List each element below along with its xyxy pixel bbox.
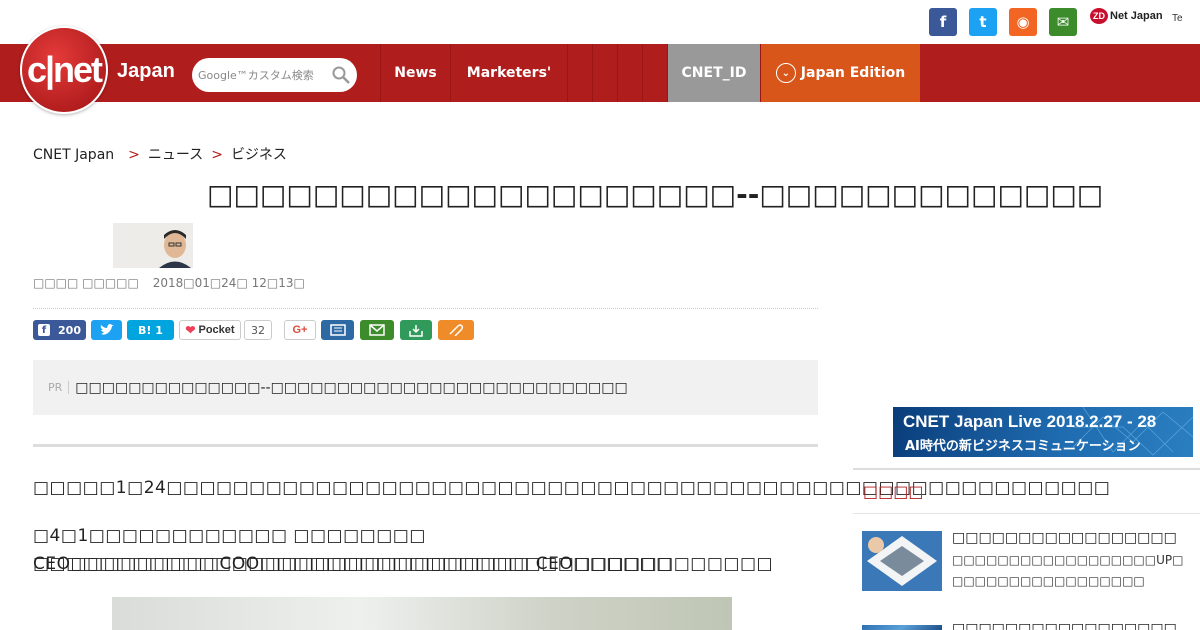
divider <box>853 468 1200 470</box>
sidebar-item-title[interactable]: □□□□□□□□□□□□□□□□□ <box>952 621 1177 630</box>
logo-japan-label: Japan <box>117 60 175 82</box>
edition-label: Japan Edition <box>800 65 906 81</box>
pocket-button[interactable]: ❤ Pocket <box>179 320 241 340</box>
article-hero-image <box>112 597 732 630</box>
twitter-icon[interactable]: t <box>969 8 997 36</box>
sidebar-item-title[interactable]: □□□□□□□□□□□□□□□□□ <box>952 530 1177 546</box>
search-box <box>192 58 357 92</box>
sidebar-item-thumbnail[interactable] <box>862 531 942 591</box>
search-icon[interactable] <box>331 65 351 85</box>
pr-link[interactable]: □□□□□□□□□□□□□□--□□□□□□□□□□□□□□□□□□□□□□□□… <box>75 380 627 396</box>
breadcrumb-separator: > <box>211 147 223 163</box>
facebook-icon: f <box>38 324 51 336</box>
download-icon <box>409 324 423 337</box>
author-photo <box>113 223 193 268</box>
article-paragraph: CEO□□□□□□□□□COO□□□□□□□□□□□□□□□□□□□□□□□□□… <box>33 554 774 574</box>
sidebar-item-thumbnail[interactable] <box>862 625 942 630</box>
banner-subtitle: AI時代の新ビジネスコミュニケーション <box>905 439 1141 454</box>
sidebar-item-subtitle: □□□□□□□□□□□□□□□□□ <box>952 574 1145 588</box>
breadcrumb-news[interactable]: ニュース <box>148 147 203 163</box>
pocket-count: 32 <box>244 320 272 340</box>
pocket-label: Pocket <box>198 324 235 336</box>
facebook-share-button[interactable]: f 200 <box>33 320 86 340</box>
paperclip-icon <box>449 324 464 336</box>
main-nav: Japan News Marketers' CNET_ID ⌄ Japan Ed… <box>0 44 1200 102</box>
search-input[interactable] <box>198 64 328 86</box>
nav-item-marketers[interactable]: Marketers' <box>450 44 567 102</box>
banner-title: CNET Japan Live 2018.2.27 - 28 <box>903 412 1157 431</box>
mail-icon[interactable]: ✉ <box>1049 8 1077 36</box>
nav-divider <box>617 44 618 102</box>
pr-box: PR □□□□□□□□□□□□□□--□□□□□□□□□□□□□□□□□□□□□… <box>33 360 818 415</box>
chevron-down-icon: ⌄ <box>775 63 796 83</box>
divider <box>33 308 818 309</box>
rss-icon[interactable]: ◉ <box>1009 8 1037 36</box>
article-title: □□□□□□□□□□□□□□□□□□□□--□□□□□□□□□□□□□ <box>207 178 1104 211</box>
nav-divider <box>642 44 643 102</box>
pr-tag: PR <box>48 381 70 394</box>
google-plus-button[interactable]: G+ <box>284 320 316 340</box>
nav-item-cnet-id[interactable]: CNET_ID <box>667 44 760 102</box>
article-paragraph: □□□□□1□24□□□□□□□□□□□□□□□□□□□□□□□□□□□□□□□… <box>33 478 1111 498</box>
breadcrumb-business[interactable]: ビジネス <box>231 147 287 163</box>
divider <box>33 444 818 447</box>
nav-divider <box>567 44 568 102</box>
edition-selector[interactable]: ⌄ Japan Edition <box>760 44 920 102</box>
print-icon <box>329 324 346 336</box>
sidebar-heading: □□□□ <box>863 482 924 501</box>
article-meta: □□□□ □□□□□ 2018□01□24□ 12□13□ <box>33 276 315 290</box>
twitter-icon <box>100 324 114 335</box>
email-share-button[interactable] <box>360 320 394 340</box>
sidebar-item-subtitle: □□□□□□□□□□□□□□□□□□UP□ <box>952 553 1184 567</box>
techrepublic-link[interactable]: Te <box>1172 13 1183 24</box>
zdnet-label: Net Japan <box>1110 10 1163 22</box>
hatena-bookmark-button[interactable]: B! 1 <box>127 320 174 340</box>
facebook-icon[interactable]: f <box>929 8 957 36</box>
publish-date: 2018□01□24□ 12□13□ <box>152 276 305 290</box>
breadcrumb-separator: > <box>128 147 140 163</box>
clip-button[interactable] <box>438 320 474 340</box>
author-name: □□□□ □□□□□ <box>33 276 139 290</box>
breadcrumb-home[interactable]: CNET Japan <box>33 147 114 163</box>
divider <box>853 513 1200 514</box>
facebook-share-count: 200 <box>58 323 81 337</box>
mail-icon <box>369 324 385 336</box>
print-button[interactable] <box>321 320 354 340</box>
nav-item-news[interactable]: News <box>380 44 450 102</box>
pocket-icon: ❤ <box>185 323 196 337</box>
zdnet-badge: ZD <box>1090 8 1108 24</box>
top-utility-bar: f t ◉ ✉ ZD Net Japan Te <box>0 0 1200 44</box>
nav-divider <box>592 44 593 102</box>
event-banner[interactable]: CNET Japan Live 2018.2.27 - 28 AI時代の新ビジネ… <box>893 407 1193 457</box>
cnet-logo[interactable]: c|net <box>20 26 108 114</box>
breadcrumb: CNET Japan > ニュース > ビジネス <box>33 144 287 164</box>
zdnet-japan-link[interactable]: ZD Net Japan <box>1090 8 1163 24</box>
download-button[interactable] <box>400 320 432 340</box>
twitter-share-button[interactable] <box>91 320 122 340</box>
